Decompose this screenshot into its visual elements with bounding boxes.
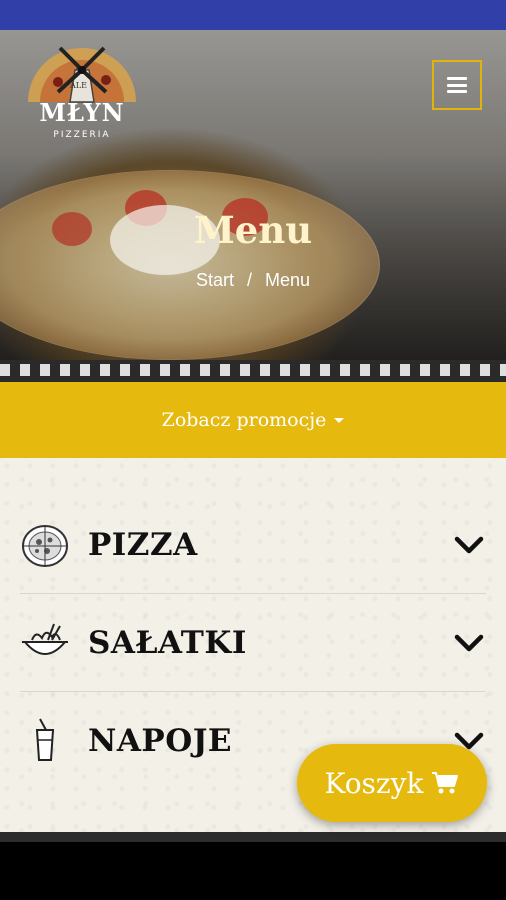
- page-title: Menu: [193, 208, 313, 252]
- navigation-bar-area: [0, 842, 506, 900]
- promotions-toggle[interactable]: Zobacz promocje: [0, 382, 506, 458]
- film-strip-divider: [0, 364, 506, 376]
- logo-tagline: ALE: [70, 81, 87, 90]
- category-label: SAŁATKI: [88, 624, 247, 661]
- category-salads[interactable]: SAŁATKI: [20, 594, 486, 692]
- salad-bowl-icon: [20, 618, 70, 668]
- promotions-label: Zobacz promocje: [161, 409, 327, 431]
- hamburger-icon: [447, 77, 467, 93]
- breadcrumb-home-link[interactable]: Start: [196, 270, 234, 290]
- breadcrumb: Start / Menu: [0, 270, 506, 291]
- category-pizza[interactable]: PIZZA: [20, 496, 486, 594]
- chevron-down-icon: [452, 626, 486, 660]
- brand-logo[interactable]: ALE MŁYN PIZZERIA: [20, 40, 144, 164]
- drink-cup-icon: [20, 716, 70, 766]
- status-bar: [0, 0, 506, 30]
- pizza-icon: [20, 520, 70, 570]
- cart-button[interactable]: Koszyk: [297, 744, 487, 822]
- logo-wordmark: MŁYN: [39, 98, 125, 127]
- caret-down-icon: [334, 417, 345, 423]
- cart-label: Koszyk: [324, 766, 424, 800]
- shopping-cart-icon: [432, 772, 459, 794]
- chevron-down-icon: [452, 528, 486, 562]
- footer-band: [0, 832, 506, 842]
- breadcrumb-separator: /: [246, 270, 252, 290]
- category-label: PIZZA: [88, 526, 198, 563]
- menu-toggle-button[interactable]: [432, 60, 482, 110]
- logo-subtitle: PIZZERIA: [53, 130, 111, 140]
- breadcrumb-current: Menu: [265, 270, 311, 290]
